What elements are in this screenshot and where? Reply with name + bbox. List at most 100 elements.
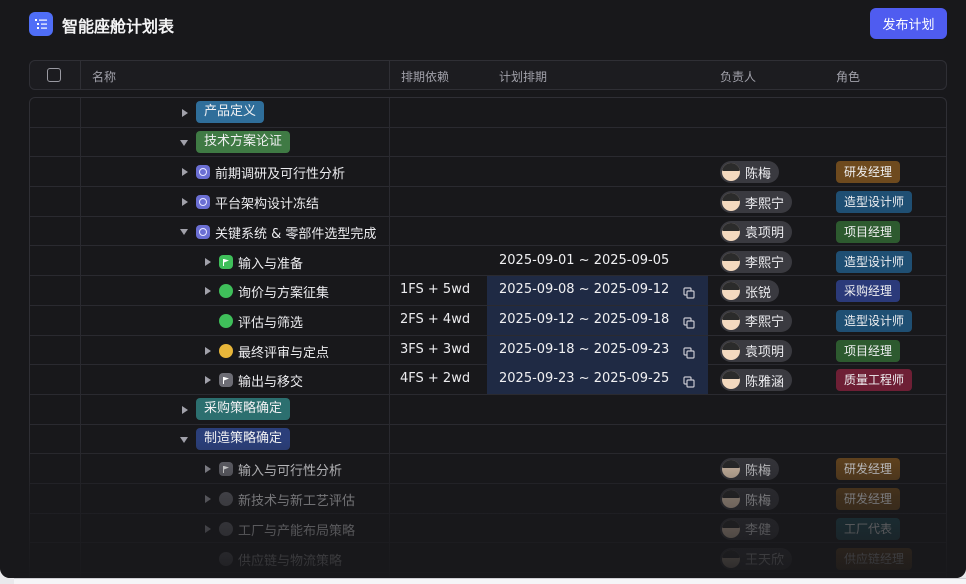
select-all-checkbox[interactable]	[47, 68, 61, 82]
task-name[interactable]: 输入与准备	[238, 253, 303, 272]
task-row[interactable]: 最终评审与定点 3FS + 3wd 2025-09-18 ~ 2025-09-23 袁…	[30, 335, 946, 366]
collapse-arrow-icon[interactable]	[205, 346, 211, 355]
owner-chip[interactable]: 李健	[720, 517, 780, 540]
app-window: 智能座舱计划表 发布计划 名称 排期依赖 计划排期 负责人 角色 产品定义技术方…	[0, 0, 966, 578]
expand-arrow-icon[interactable]	[180, 228, 188, 235]
task-name[interactable]: 输入与可行性分析	[238, 460, 342, 479]
task-row[interactable]: 输入与可行性分析 陈梅 研发经理	[30, 454, 946, 485]
owner-chip[interactable]: 张锐	[720, 280, 780, 303]
collapse-arrow-icon[interactable]	[182, 406, 188, 414]
page-title: 智能座舱计划表	[62, 17, 175, 36]
link-icon[interactable]	[683, 314, 695, 329]
task-row[interactable]: 前期调研及可行性分析 陈梅 研发经理	[30, 157, 946, 188]
task-name[interactable]: 工厂与产能布局策略	[238, 520, 355, 539]
milestone-icon	[196, 165, 210, 180]
column-header-dependency[interactable]: 排期依赖	[401, 68, 449, 85]
task-name[interactable]: 最终评审与定点	[238, 342, 329, 361]
task-name[interactable]: 平台架构设计冻结	[215, 193, 319, 212]
task-name[interactable]: 评估与筛选	[238, 312, 303, 331]
avatar	[722, 282, 740, 301]
schedule-range: 2025-09-18 ~ 2025-09-23	[499, 341, 670, 357]
status-dot-icon	[219, 313, 233, 328]
group-tag: 制造策略确定	[196, 427, 291, 450]
column-header-schedule[interactable]: 计划排期	[499, 68, 547, 85]
collapse-arrow-icon[interactable]	[182, 168, 188, 177]
owner-chip[interactable]: 王天欣	[720, 547, 793, 570]
collapse-arrow-icon[interactable]	[205, 495, 211, 504]
flag-icon	[219, 254, 233, 269]
group-row[interactable]: 产品定义	[30, 98, 946, 128]
schedule-cell[interactable]: 2025-09-23 ~ 2025-09-25	[487, 365, 708, 395]
list-icon	[29, 12, 53, 36]
column-header-role[interactable]: 角色	[836, 68, 860, 85]
owner-chip[interactable]: 李熙宁	[720, 309, 793, 332]
role-tag: 采购经理	[836, 280, 901, 303]
task-row[interactable]: 工厂与产能布局策略 李健 工厂代表	[30, 514, 946, 544]
schedule-cell[interactable]: 2025-09-12 ~ 2025-09-18	[487, 305, 708, 335]
schedule-cell[interactable]: 2025-09-01 ~ 2025-09-05	[487, 247, 708, 276]
role-tag: 造型设计师	[836, 250, 913, 273]
dependency-value[interactable]: 3FS + 3wd	[400, 342, 470, 357]
task-name[interactable]: 询价与方案征集	[238, 282, 329, 301]
task-row[interactable]: 评估与筛选 2FS + 4wd 2025-09-12 ~ 2025-09-18 李熙宁…	[30, 305, 946, 336]
owner-name: 陈梅	[745, 166, 772, 182]
task-row[interactable]: 关键系统 & 零部件选型完成 袁项明 项目经理	[30, 217, 946, 247]
collapse-arrow-icon[interactable]	[205, 376, 211, 385]
task-name[interactable]: 输出与移交	[238, 371, 303, 390]
owner-chip[interactable]: 袁项明	[720, 220, 793, 243]
collapse-arrow-icon[interactable]	[205, 257, 211, 266]
link-icon[interactable]	[683, 284, 695, 299]
group-row[interactable]: 技术方案论证	[30, 128, 946, 158]
task-row[interactable]: 新技术与新工艺评估 陈梅 研发经理	[30, 484, 946, 514]
collapse-arrow-icon[interactable]	[182, 198, 188, 207]
dependency-value[interactable]: 1FS + 5wd	[400, 282, 470, 297]
collapse-arrow-icon[interactable]	[205, 524, 211, 533]
dependency-value[interactable]: 2FS + 4wd	[400, 312, 470, 327]
task-name[interactable]: 前期调研及可行性分析	[215, 163, 345, 182]
link-icon[interactable]	[683, 373, 695, 388]
owner-chip[interactable]: 袁项明	[720, 339, 793, 362]
expand-arrow-icon[interactable]	[180, 139, 188, 146]
link-icon[interactable]	[683, 344, 695, 359]
column-header-owner[interactable]: 负责人	[720, 68, 756, 85]
owner-chip[interactable]: 陈雅涵	[720, 369, 793, 392]
owner-name: 张锐	[745, 285, 772, 301]
column-divider	[80, 61, 81, 89]
owner-chip[interactable]: 陈梅	[720, 161, 780, 184]
collapse-arrow-icon[interactable]	[182, 109, 188, 117]
task-row[interactable]: 询价与方案征集 1FS + 5wd 2025-09-08 ~ 2025-09-12 张…	[30, 276, 946, 306]
group-row[interactable]: 制造策略确定	[30, 425, 946, 455]
task-row[interactable]: 供应链与物流策略 王天欣 供应链经理	[30, 544, 946, 574]
owner-name: 陈梅	[745, 493, 772, 509]
task-row[interactable]: 平台架构设计冻结 李熙宁 造型设计师	[30, 187, 946, 217]
avatar	[722, 193, 740, 212]
role-tag: 研发经理	[836, 488, 901, 511]
schedule-cell[interactable]: 2025-09-18 ~ 2025-09-23	[487, 335, 708, 365]
task-row[interactable]: 输入与准备 2025-09-01 ~ 2025-09-05 李熙宁 造型设计师	[30, 247, 946, 277]
group-row[interactable]: 采购策略确定	[30, 395, 946, 425]
collapse-arrow-icon[interactable]	[205, 287, 211, 296]
dependency-value[interactable]: 4FS + 2wd	[400, 371, 470, 386]
role-tag: 研发经理	[836, 161, 901, 184]
role-tag: 质量工程师	[836, 369, 913, 392]
task-name[interactable]: 关键系统 & 零部件选型完成	[215, 223, 376, 242]
group-tag: 产品定义	[196, 101, 265, 123]
role-tag: 项目经理	[836, 220, 901, 243]
owner-chip[interactable]: 李熙宁	[720, 191, 793, 214]
task-name[interactable]: 供应链与物流策略	[238, 550, 342, 569]
owner-name: 袁项明	[745, 345, 785, 361]
owner-chip[interactable]: 陈梅	[720, 458, 780, 481]
owner-chip[interactable]: 陈梅	[720, 488, 780, 511]
collapse-arrow-icon[interactable]	[205, 465, 211, 474]
column-header-name[interactable]: 名称	[92, 68, 116, 85]
task-name[interactable]: 新技术与新工艺评估	[238, 490, 355, 509]
task-row[interactable]: 输出与移交 4FS + 2wd 2025-09-23 ~ 2025-09-25 陈雅涵…	[30, 365, 946, 395]
schedule-cell[interactable]: 2025-09-08 ~ 2025-09-12	[487, 276, 708, 306]
expand-arrow-icon[interactable]	[180, 436, 188, 443]
status-dot-icon	[219, 284, 233, 299]
role-tag: 造型设计师	[836, 191, 913, 214]
owner-chip[interactable]: 李熙宁	[720, 250, 793, 273]
status-dot-icon	[219, 551, 233, 566]
table-body: 产品定义 技术方案论证 前期调研及可行性分析 陈梅 研发经理 平台架构设计冻结 李熙宁 造型设…	[29, 97, 947, 577]
publish-button[interactable]: 发布计划	[870, 8, 947, 39]
